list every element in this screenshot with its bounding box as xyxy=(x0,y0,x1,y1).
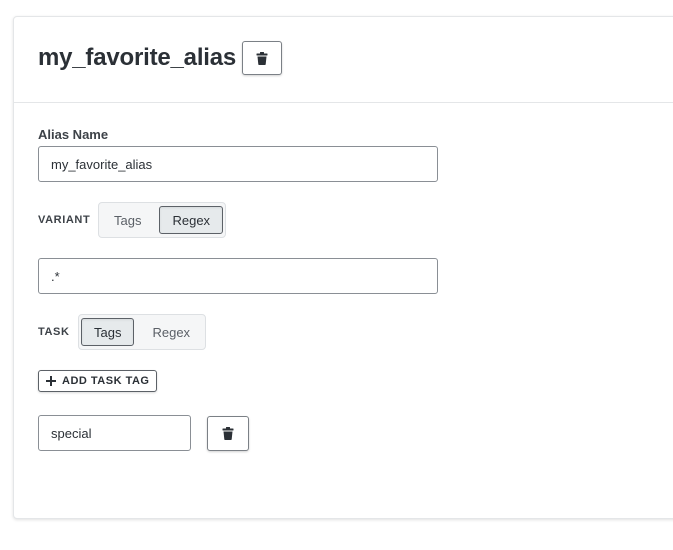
variant-option-regex[interactable]: Regex xyxy=(159,206,224,234)
delete-alias-button[interactable] xyxy=(242,41,282,75)
task-tag-input[interactable] xyxy=(38,415,191,451)
add-task-tag-button[interactable]: ADD TASK TAG xyxy=(38,370,158,392)
alias-name-input[interactable] xyxy=(38,146,438,182)
alias-card: my_favorite_alias Alias Name VARIANT Tag… xyxy=(13,16,673,519)
task-label: TASK xyxy=(38,326,70,338)
trash-icon xyxy=(256,51,268,65)
alias-name-label: Alias Name xyxy=(38,127,109,142)
variant-toggle: Tags Regex xyxy=(98,202,227,238)
task-toggle: Tags Regex xyxy=(78,314,207,350)
card-header: my_favorite_alias xyxy=(14,17,673,103)
task-option-regex[interactable]: Regex xyxy=(139,318,203,346)
task-option-tags[interactable]: Tags xyxy=(81,318,135,346)
variant-option-tags[interactable]: Tags xyxy=(101,206,154,234)
variant-label: VARIANT xyxy=(38,214,91,226)
trash-icon xyxy=(222,427,234,440)
plus-icon xyxy=(46,376,56,386)
delete-task-tag-button[interactable] xyxy=(207,416,249,451)
page-title: my_favorite_alias xyxy=(38,44,237,71)
variant-regex-input[interactable] xyxy=(38,258,438,294)
add-task-tag-label: ADD TASK TAG xyxy=(62,375,150,387)
